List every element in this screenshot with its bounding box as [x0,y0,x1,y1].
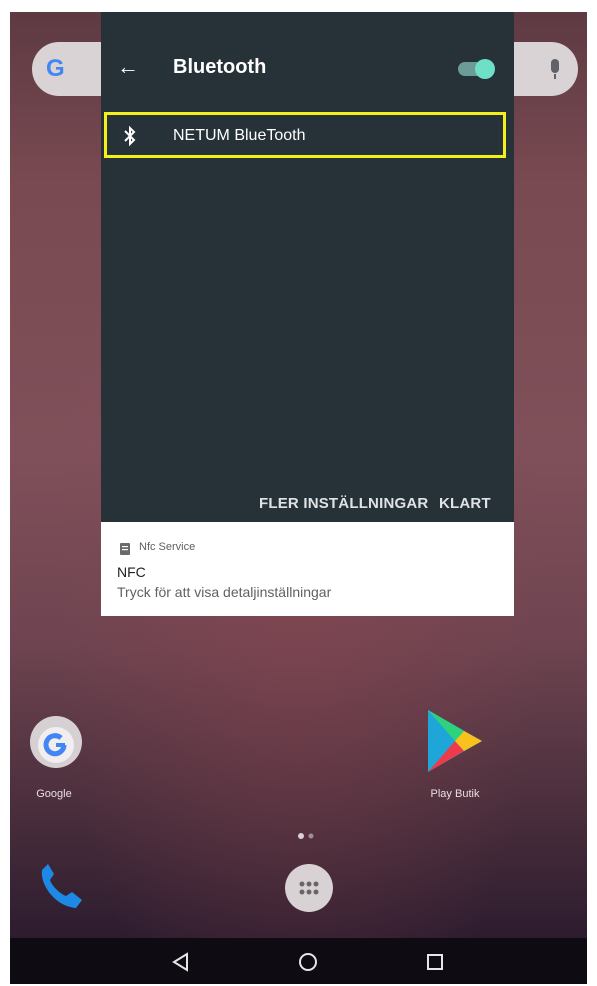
play-store-app-icon[interactable] [420,706,484,776]
navigation-bar [10,938,587,984]
nfc-icon [120,543,130,555]
notification-app-name: Nfc Service [139,541,196,553]
recents-nav-icon[interactable] [426,953,444,971]
bluetooth-toggle[interactable] [458,59,495,79]
home-screen: G Google Play Butik ← Bluetooth NETUM Bl… [10,12,587,984]
home-nav-icon[interactable] [298,952,318,972]
play-store-label: Play Butik [430,788,480,800]
google-app-icon[interactable] [26,712,86,772]
device-name: NETUM BlueTooth [173,127,306,144]
bluetooth-panel: ← Bluetooth NETUM BlueTooth FLER INSTÄLL… [101,12,514,522]
notification-text: Tryck för att visa detaljinställningar [117,584,332,600]
done-button[interactable]: KLART [439,495,491,512]
notification-title: NFC [117,564,146,580]
app-drawer-icon [299,881,319,895]
back-nav-icon[interactable] [172,952,190,972]
google-app-label: Google [36,788,72,800]
more-settings-button[interactable]: FLER INSTÄLLNINGAR [259,495,428,512]
bluetooth-icon [124,125,136,147]
mic-icon[interactable] [543,55,567,83]
nfc-notification[interactable]: Nfc Service NFC Tryck för att visa detal… [101,522,514,616]
google-icon [30,716,82,768]
phone-icon[interactable] [34,860,88,914]
back-arrow-icon[interactable]: ← [117,56,139,78]
app-drawer-button[interactable] [285,864,333,912]
google-icon[interactable]: G [46,55,74,83]
panel-actions: FLER INSTÄLLNINGAR KLART [101,495,514,515]
page-indicator [298,833,314,839]
panel-title: Bluetooth [173,56,267,78]
device-item-netum[interactable]: NETUM BlueTooth [104,112,506,158]
play-store-icon [428,710,482,772]
